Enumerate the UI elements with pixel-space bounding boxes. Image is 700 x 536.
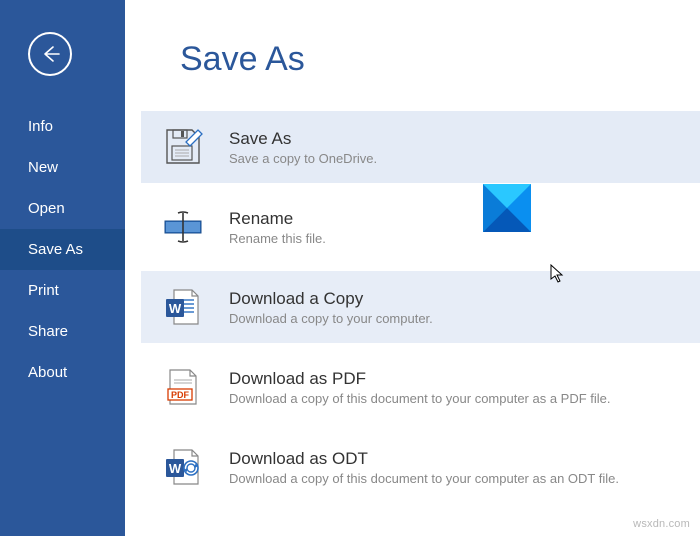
sidebar-item-save-as[interactable]: Save As bbox=[0, 229, 125, 270]
sidebar-item-new[interactable]: New bbox=[0, 147, 125, 188]
back-button[interactable] bbox=[28, 32, 72, 76]
rename-icon bbox=[161, 205, 205, 249]
sidebar-item-print[interactable]: Print bbox=[0, 270, 125, 311]
sidebar-item-label: New bbox=[28, 159, 58, 176]
option-title: Save As bbox=[229, 129, 377, 149]
back-arrow-icon bbox=[39, 43, 61, 65]
option-download-copy[interactable]: W Download a Copy Download a copy to you… bbox=[141, 271, 700, 343]
option-title: Download as ODT bbox=[229, 449, 619, 469]
option-desc: Save a copy to OneDrive. bbox=[229, 151, 377, 166]
sidebar-item-label: Share bbox=[28, 323, 68, 340]
save-as-options: Save As Save a copy to OneDrive. Re bbox=[125, 107, 700, 507]
sidebar-item-about[interactable]: About bbox=[0, 352, 125, 393]
option-download-odt[interactable]: W Download as ODT Download a copy of thi… bbox=[141, 431, 700, 503]
sidebar-item-label: Save As bbox=[28, 241, 83, 258]
option-desc: Download a copy of this document to your… bbox=[229, 391, 611, 406]
odt-doc-icon: W bbox=[161, 445, 205, 489]
option-title: Rename bbox=[229, 209, 326, 229]
option-rename[interactable]: Rename Rename this file. bbox=[141, 191, 700, 263]
sidebar-item-open[interactable]: Open bbox=[0, 188, 125, 229]
backstage-sidebar: Info New Open Save As Print Share About bbox=[0, 0, 125, 536]
option-title: Download as PDF bbox=[229, 369, 611, 389]
option-save-as[interactable]: Save As Save a copy to OneDrive. bbox=[141, 111, 700, 183]
save-as-icon bbox=[161, 125, 205, 169]
option-desc: Rename this file. bbox=[229, 231, 326, 246]
mouse-cursor-icon bbox=[550, 264, 566, 289]
svg-text:PDF: PDF bbox=[171, 390, 190, 400]
page-title: Save As bbox=[180, 40, 700, 79]
option-desc: Download a copy of this document to your… bbox=[229, 471, 619, 486]
sidebar-item-share[interactable]: Share bbox=[0, 311, 125, 352]
pdf-doc-icon: PDF bbox=[161, 365, 205, 409]
svg-text:W: W bbox=[169, 301, 182, 316]
blue-logo-overlay-icon bbox=[483, 184, 531, 232]
option-title: Download a Copy bbox=[229, 289, 433, 309]
main-panel: Save As bbox=[125, 0, 700, 536]
sidebar-item-info[interactable]: Info bbox=[0, 106, 125, 147]
sidebar-item-label: Open bbox=[28, 200, 65, 217]
option-download-pdf[interactable]: PDF Download as PDF Download a copy of t… bbox=[141, 351, 700, 423]
sidebar-item-label: About bbox=[28, 364, 67, 381]
sidebar-item-label: Info bbox=[28, 118, 53, 135]
watermark: wsxdn.com bbox=[633, 518, 690, 530]
word-doc-icon: W bbox=[161, 285, 205, 329]
sidebar-item-label: Print bbox=[28, 282, 59, 299]
option-desc: Download a copy to your computer. bbox=[229, 311, 433, 326]
svg-text:W: W bbox=[169, 461, 182, 476]
